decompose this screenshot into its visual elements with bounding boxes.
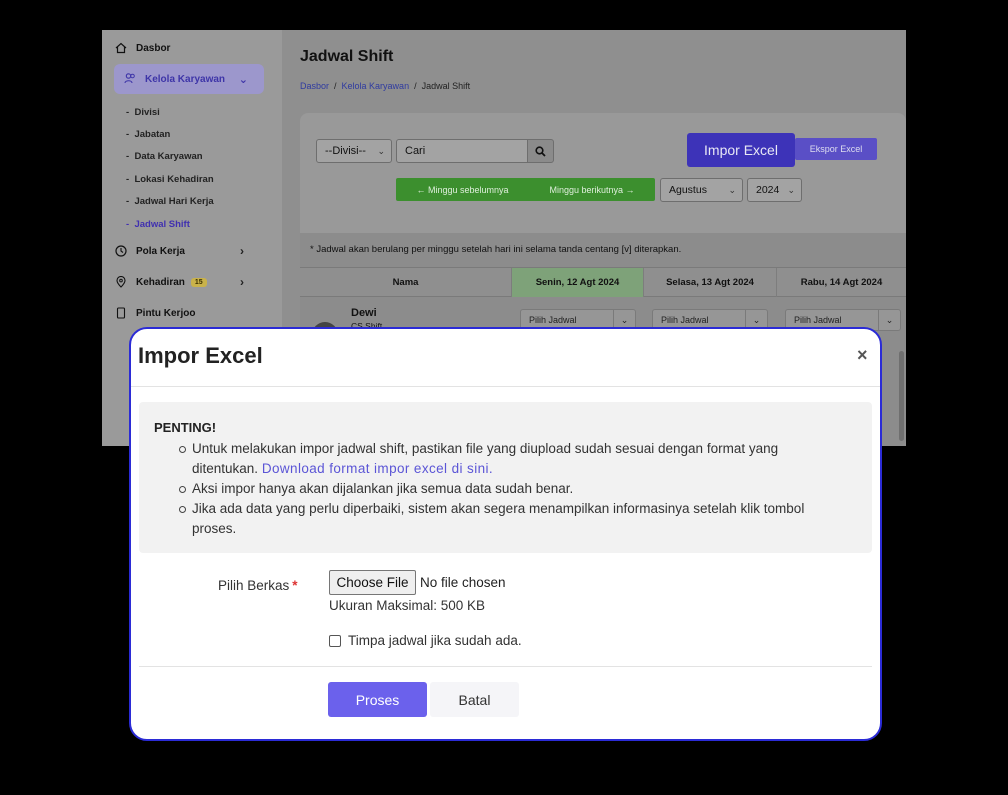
select-value: Pilih Jadwal — [529, 315, 577, 325]
sidebar-item-label: Pintu Kerjoo — [136, 307, 196, 319]
file-field-label: Pilih Berkas * — [218, 578, 298, 593]
subitem-label: Jadwal Shift — [134, 219, 190, 230]
notice-list: Untuk melakukan impor jadwal shift, past… — [179, 439, 839, 539]
schedule-table-header: Nama Senin, 12 Agt 2024 Selasa, 13 Agt 2… — [300, 267, 906, 297]
select-value: Pilih Jadwal — [661, 315, 709, 325]
import-excel-modal: Impor Excel × PENTING! Untuk melakukan i… — [129, 327, 882, 741]
sidebar-item-label: Kelola Karyawan — [145, 73, 226, 85]
column-header: Rabu, 14 Agt 2024 — [800, 277, 883, 288]
door-icon — [114, 306, 128, 320]
breadcrumb-separator: / — [414, 81, 417, 91]
sidebar-item-manage-employees[interactable]: Kelola Karyawan ⌄ — [114, 64, 264, 94]
schedule-note: * Jadwal akan berulang per minggu setela… — [310, 244, 682, 255]
import-excel-button[interactable]: Impor Excel — [687, 133, 795, 167]
select-value: --Divisi-- — [325, 145, 366, 157]
breadcrumb-link[interactable]: Dasbor — [300, 81, 329, 91]
sidebar-item-work-pattern[interactable]: Pola Kerja › — [114, 240, 244, 262]
sidebar-subitem-divisi[interactable]: - Divisi — [126, 107, 160, 118]
sidebar-item-label: Dasbor — [136, 42, 171, 54]
sidebar-item-attendance[interactable]: Kehadiran 15 › — [114, 271, 244, 293]
sidebar-item-label: Kehadiran — [136, 276, 185, 288]
submit-button[interactable]: Proses — [328, 682, 427, 717]
column-header: Nama — [300, 268, 512, 297]
search-button[interactable] — [527, 139, 554, 163]
location-pin-icon — [114, 275, 128, 289]
users-icon — [124, 72, 138, 86]
scrollbar[interactable] — [899, 351, 904, 441]
file-status: No file chosen — [420, 575, 506, 590]
next-week-button[interactable]: Minggu berikutnya → — [549, 185, 634, 195]
subitem-label: Divisi — [134, 107, 160, 118]
home-icon — [114, 41, 128, 55]
download-format-link[interactable]: Download format impor excel di sini. — [262, 461, 493, 476]
search-icon — [535, 145, 546, 157]
select-value: 2024 — [756, 184, 780, 196]
search-placeholder: Cari — [405, 145, 426, 157]
filter-bar — [300, 113, 906, 233]
max-size-hint: Ukuran Maksimal: 500 KB — [329, 598, 486, 613]
overwrite-label[interactable]: Timpa jadwal jika sudah ada. — [348, 633, 522, 648]
important-notice: PENTING! Untuk melakukan impor jadwal sh… — [139, 402, 872, 553]
column-header: Selasa, 13 Agt 2024 — [644, 268, 777, 297]
subitem-label: Lokasi Kehadiran — [134, 174, 214, 185]
sidebar-subitem-data-karyawan[interactable]: - Data Karyawan — [126, 151, 203, 162]
chevron-right-icon: › — [240, 275, 244, 289]
modal-title: Impor Excel — [138, 343, 263, 368]
select-value: Agustus — [669, 184, 707, 196]
year-select[interactable]: 2024 ⌄ — [747, 178, 802, 202]
cancel-button[interactable]: Batal — [430, 682, 519, 717]
sidebar-subitem-lokasi-kehadiran[interactable]: - Lokasi Kehadiran — [126, 174, 214, 185]
export-excel-button[interactable]: Ekspor Excel — [795, 138, 877, 160]
chevron-down-icon: ⌄ — [238, 73, 248, 86]
search-input[interactable]: Cari — [396, 139, 528, 163]
chevron-down-icon: ⌄ — [377, 145, 385, 156]
sidebar-item-label: Pola Kerja — [136, 245, 185, 257]
choose-file-button[interactable]: Choose File — [329, 570, 416, 595]
subitem-label: Jadwal Hari Kerja — [134, 196, 214, 207]
breadcrumb: Dasbor / Kelola Karyawan / Jadwal Shift — [300, 81, 470, 91]
chevron-down-icon: ⌄ — [878, 310, 900, 330]
page-title: Jadwal Shift — [300, 48, 394, 65]
required-mark: * — [292, 578, 298, 593]
sidebar-item-dashboard[interactable]: Dasbor — [114, 37, 170, 59]
breadcrumb-current: Jadwal Shift — [421, 81, 471, 91]
subitem-label: Jabatan — [134, 129, 171, 140]
division-select[interactable]: --Divisi-- ⌄ — [316, 139, 392, 163]
subitem-label: Data Karyawan — [134, 151, 203, 162]
label-text: Pilih Berkas — [218, 578, 290, 593]
divider — [131, 386, 880, 387]
prev-week-button[interactable]: ← Minggu sebelumnya — [416, 185, 508, 195]
chevron-down-icon: ⌄ — [728, 184, 736, 195]
notification-badge: 15 — [190, 277, 207, 287]
notice-title: PENTING! — [154, 420, 217, 435]
chevron-down-icon: ⌄ — [787, 184, 795, 195]
sidebar-item-door[interactable]: Pintu Kerjoo — [114, 302, 195, 324]
breadcrumb-separator: / — [334, 81, 337, 91]
chevron-right-icon: › — [240, 244, 244, 258]
list-item: Jika ada data yang perlu diperbaiki, sis… — [179, 499, 839, 539]
month-select[interactable]: Agustus ⌄ — [660, 178, 743, 202]
overwrite-checkbox[interactable] — [329, 635, 341, 647]
clock-icon — [114, 244, 128, 258]
close-icon[interactable]: × — [857, 345, 868, 366]
select-value: Pilih Jadwal — [794, 315, 842, 325]
sidebar-subitem-jadwal-hari-kerja[interactable]: - Jadwal Hari Kerja — [126, 196, 214, 207]
divider — [139, 666, 872, 667]
sidebar-subitem-jabatan[interactable]: - Jabatan — [126, 129, 170, 140]
list-item: Aksi impor hanya akan dijalankan jika se… — [179, 479, 839, 499]
list-item: Untuk melakukan impor jadwal shift, past… — [179, 439, 839, 479]
breadcrumb-link[interactable]: Kelola Karyawan — [342, 81, 410, 91]
week-navigation: ← Minggu sebelumnya Minggu berikutnya → — [396, 178, 655, 201]
sidebar-subitem-jadwal-shift[interactable]: - Jadwal Shift — [126, 219, 190, 230]
column-header: Senin, 12 Agt 2024 — [512, 268, 644, 297]
employee-name: Dewi — [351, 307, 377, 319]
